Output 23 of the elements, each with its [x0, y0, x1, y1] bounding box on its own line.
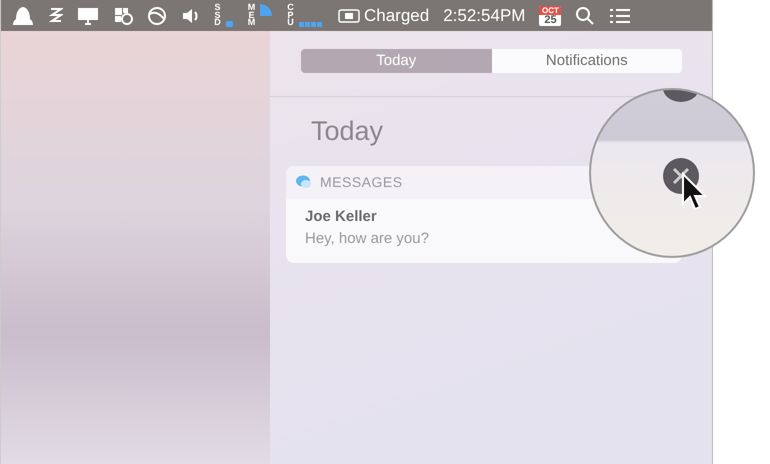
menu-list-icon[interactable] [609, 6, 632, 24]
meter-label: CPU [286, 4, 295, 27]
tab[interactable]: Notifications [492, 49, 682, 73]
meter-label: SSD [213, 4, 222, 27]
chat-bubbles-icon [296, 175, 312, 189]
search-icon[interactable] [575, 6, 596, 26]
battery-status: Charged [364, 4, 430, 27]
meter-graph-icon [226, 20, 233, 27]
meter-label: MEM [247, 4, 256, 27]
meter-graph-icon [299, 22, 324, 27]
bell-icon[interactable] [11, 6, 35, 26]
sender-name: Joe Keller [305, 206, 378, 226]
section-title: Today [311, 115, 384, 148]
puzzle-icon[interactable] [113, 6, 133, 26]
app-name: MESSAGES [320, 172, 403, 192]
circle-icon[interactable] [147, 6, 167, 26]
battery-icon[interactable] [338, 8, 360, 22]
monitor-icon[interactable] [77, 6, 99, 26]
clock[interactable]: 2:52:54PM [443, 2, 526, 28]
meter-graph-icon [260, 4, 272, 16]
calendar-icon[interactable]: OCT 25 [539, 6, 562, 26]
message-text: Hey, how are you? [305, 229, 430, 249]
mouse-pointer-icon [681, 172, 709, 212]
